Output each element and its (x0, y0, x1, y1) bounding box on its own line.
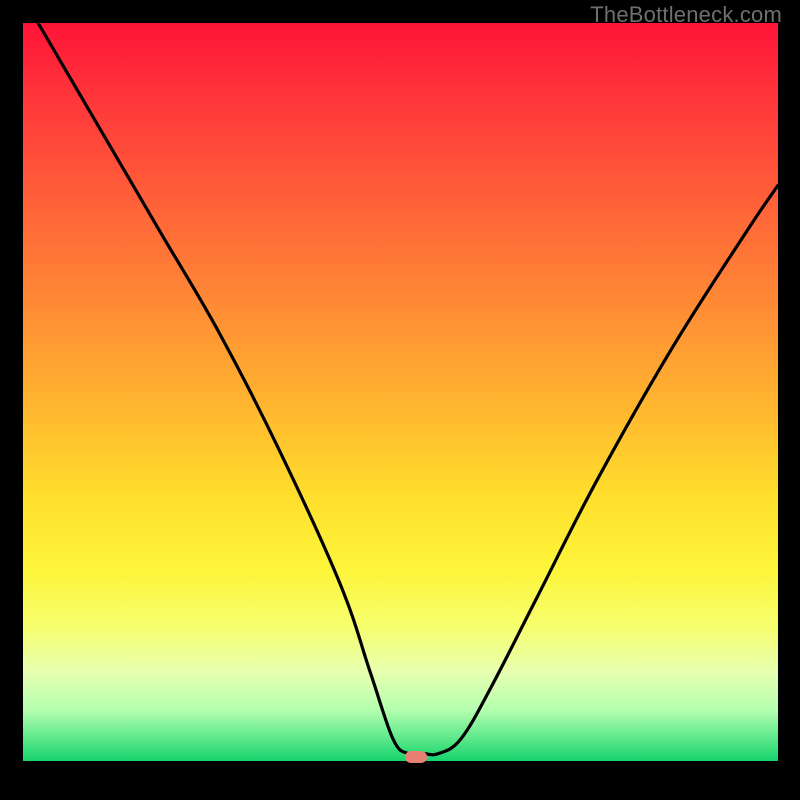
chart-frame: TheBottleneck.com (0, 0, 800, 800)
minimum-marker (405, 751, 427, 763)
curve-svg (23, 23, 778, 761)
plot-area (23, 23, 778, 761)
watermark-text: TheBottleneck.com (590, 2, 782, 28)
bottleneck-curve (38, 23, 778, 755)
